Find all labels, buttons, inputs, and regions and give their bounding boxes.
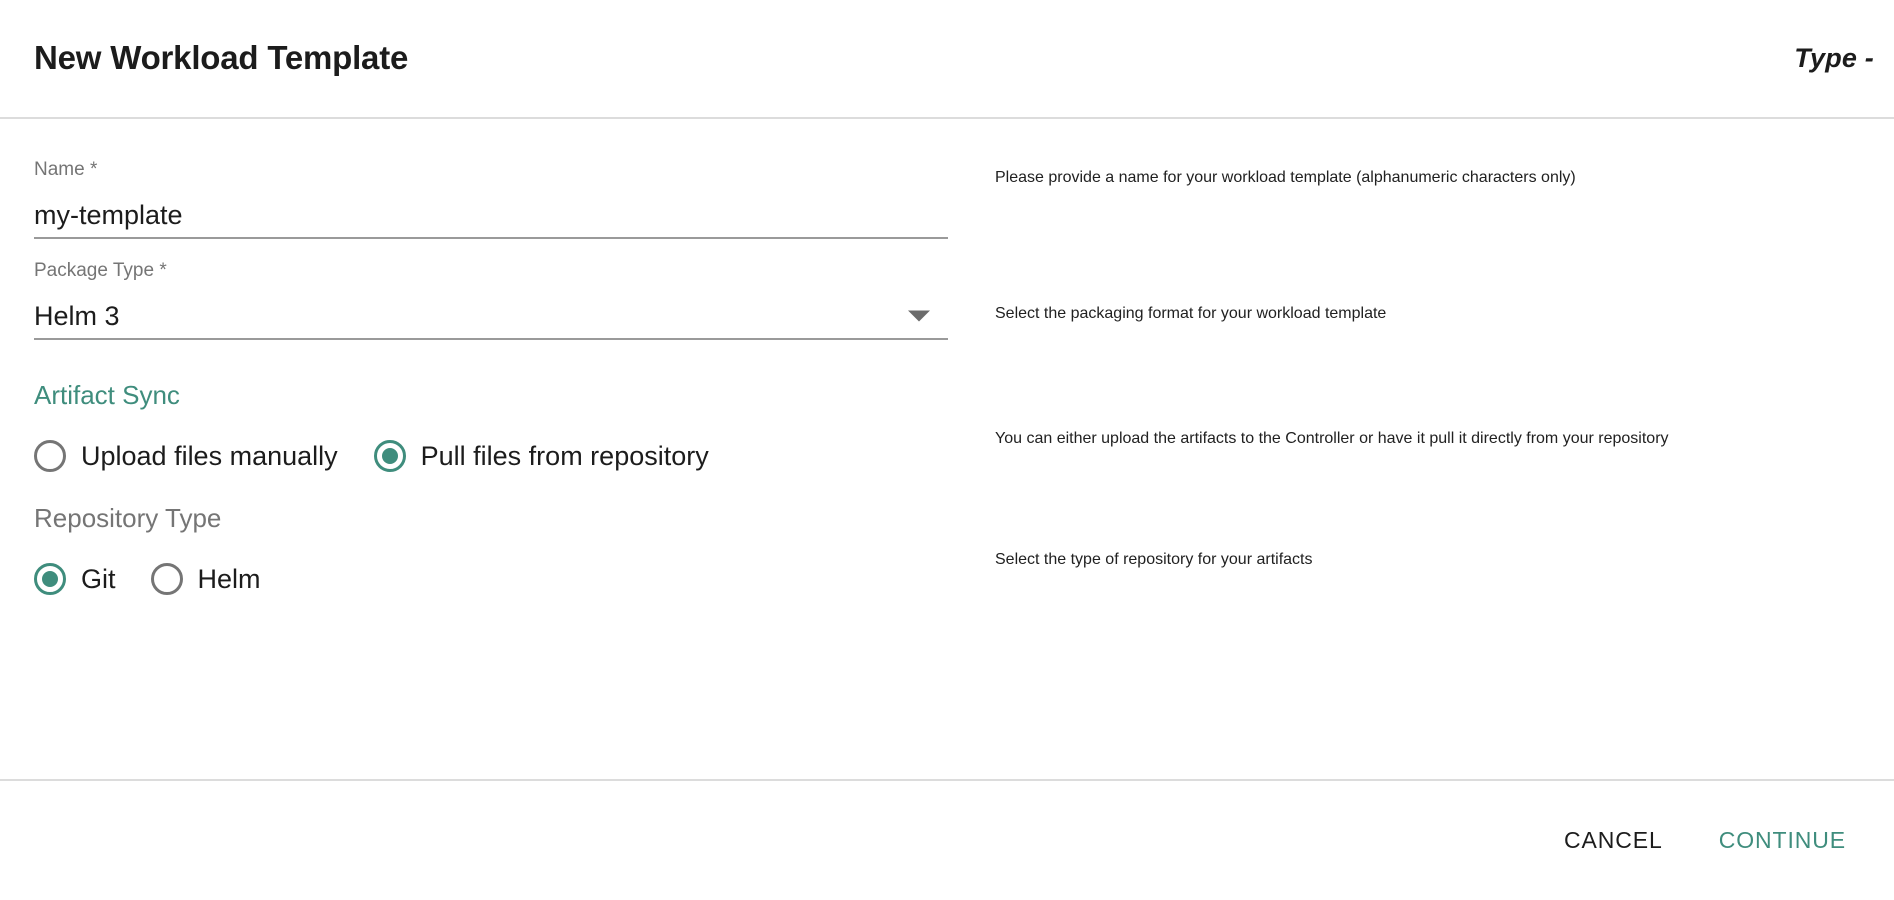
package-type-select[interactable]: Helm 3 xyxy=(34,294,948,340)
page-title: New Workload Template xyxy=(34,39,409,77)
package-type-selected-value: Helm 3 xyxy=(34,300,120,331)
radio-label-helm: Helm xyxy=(197,563,261,594)
radio-label-git: Git xyxy=(81,563,116,594)
artifact-sync-radio-group: Upload files manually Pull files from re… xyxy=(34,440,948,472)
name-field-group: Name * xyxy=(34,160,948,239)
radio-icon-selected[interactable] xyxy=(34,563,66,595)
artifact-sync-helper-text: You can either upload the artifacts to t… xyxy=(995,430,1669,447)
new-workload-template-dialog: New Workload Template Type - Name * Plea… xyxy=(0,0,1894,900)
radio-icon-unselected[interactable] xyxy=(34,440,66,472)
radio-label-pull-files-from-repository: Pull files from repository xyxy=(420,440,709,471)
repository-type-heading: Repository Type xyxy=(34,503,222,533)
dialog-body: Name * Please provide a name for your wo… xyxy=(0,119,1894,781)
radio-icon-unselected[interactable] xyxy=(150,563,183,595)
name-helper-text: Please provide a name for your workload … xyxy=(995,169,1576,186)
template-type-indicator: Type - xyxy=(1794,43,1874,73)
artifact-sync-group: Artifact Sync Upload files manually Pull… xyxy=(34,382,948,472)
artifact-sync-heading: Artifact Sync xyxy=(34,380,180,410)
cancel-button[interactable]: CANCEL xyxy=(1550,819,1677,862)
radio-icon-selected[interactable] xyxy=(373,440,406,472)
package-type-field-label: Package Type * xyxy=(34,260,167,281)
repository-type-group: Repository Type Git Helm xyxy=(34,505,948,595)
chevron-down-icon[interactable] xyxy=(908,310,930,322)
package-type-field-group: Package Type * Helm 3 xyxy=(34,261,948,340)
radio-repository-helm[interactable]: Helm xyxy=(150,563,261,595)
dialog-header: New Workload Template Type - xyxy=(0,0,1894,119)
continue-button[interactable]: CONTINUE xyxy=(1705,819,1860,862)
radio-pull-files-from-repository[interactable]: Pull files from repository xyxy=(373,440,709,472)
radio-label-upload-files-manually: Upload files manually xyxy=(81,440,338,471)
radio-upload-files-manually[interactable]: Upload files manually xyxy=(34,440,338,472)
dialog-footer: CANCEL CONTINUE xyxy=(0,781,1894,900)
repository-type-helper-text: Select the type of repository for your a… xyxy=(995,551,1313,568)
package-type-helper-text: Select the packaging format for your wor… xyxy=(995,305,1387,322)
radio-repository-git[interactable]: Git xyxy=(34,563,116,595)
name-input[interactable] xyxy=(34,199,948,231)
name-input-wrapper[interactable] xyxy=(34,193,948,239)
repository-type-radio-group: Git Helm xyxy=(34,563,948,595)
name-field-label: Name * xyxy=(34,159,98,180)
